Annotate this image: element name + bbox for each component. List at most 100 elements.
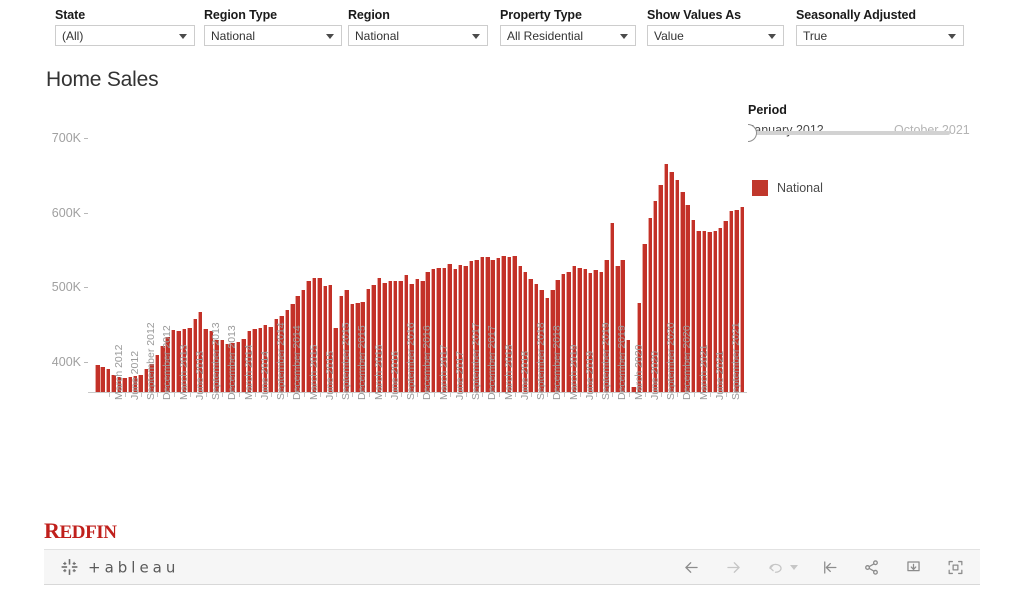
x-axis-tick-mark xyxy=(174,393,175,397)
x-axis-tick-label: December 2015 xyxy=(356,325,368,400)
x-axis-tick-label: March 2014 xyxy=(243,345,255,400)
chevron-down-icon xyxy=(620,34,628,39)
back-icon[interactable] xyxy=(680,556,702,578)
x-axis-tick-label: September 2016 xyxy=(405,322,417,400)
x-axis-tick-mark xyxy=(190,393,191,397)
download-icon[interactable] xyxy=(902,556,924,578)
x-axis-tick-mark xyxy=(222,393,223,397)
filter-label-region-type: Region Type xyxy=(204,8,342,22)
x-axis-tick-label: June 2019 xyxy=(584,351,596,400)
revert-icon xyxy=(764,556,786,578)
filter-state: State (All) xyxy=(55,8,195,46)
bar[interactable] xyxy=(95,365,100,392)
filter-show-values-as: Show Values As Value xyxy=(647,8,784,46)
period-label: Period xyxy=(748,103,1018,117)
filter-select-seasonally-adjusted[interactable]: True xyxy=(796,25,964,46)
x-axis-tick-label: March 2016 xyxy=(373,345,385,400)
revert-group xyxy=(764,556,798,578)
chevron-down-icon[interactable] xyxy=(790,565,798,570)
x-axis-tick-label: December 2018 xyxy=(551,325,563,400)
x-axis-tick-mark xyxy=(694,393,695,397)
x-axis-tick-mark xyxy=(677,393,678,397)
filter-select-region[interactable]: National xyxy=(348,25,488,46)
x-axis-tick-mark xyxy=(612,393,613,397)
legend-swatch-national[interactable] xyxy=(752,180,768,196)
x-axis-tick-mark xyxy=(596,393,597,397)
x-axis-tick-mark xyxy=(547,393,548,397)
filter-label-state: State xyxy=(55,8,195,22)
filter-value-property-type: All Residential xyxy=(507,29,583,43)
x-axis-tick-label: June 2016 xyxy=(389,351,401,400)
chevron-down-icon xyxy=(472,34,480,39)
chevron-down-icon xyxy=(768,34,776,39)
filter-select-property-type[interactable]: All Residential xyxy=(500,25,636,46)
filter-bar: State(All)Region TypeNationalRegionNatio… xyxy=(0,0,1024,58)
x-axis-tick-mark xyxy=(482,393,483,397)
y-axis-tick-label: 500K xyxy=(52,280,81,294)
x-axis-tick-label: December 2017 xyxy=(486,325,498,400)
x-axis-tick-mark xyxy=(726,393,727,397)
reset-icon[interactable] xyxy=(818,556,840,578)
share-icon[interactable] xyxy=(860,556,882,578)
x-axis-tick-label: December 2019 xyxy=(616,325,628,400)
x-axis-tick-mark xyxy=(206,393,207,397)
x-axis-tick-mark xyxy=(401,393,402,397)
x-axis-tick-mark xyxy=(531,393,532,397)
x-axis-tick-label: June 2017 xyxy=(454,351,466,400)
filter-select-region-type[interactable]: National xyxy=(204,25,342,46)
x-axis-tick-mark xyxy=(109,393,110,397)
filter-value-region-type: National xyxy=(211,29,255,43)
x-axis-tick-label: December 2012 xyxy=(161,325,173,400)
filter-property-type: Property TypeAll Residential xyxy=(500,8,636,46)
x-axis-tick-label: September 2013 xyxy=(210,322,222,400)
x-axis-tick-mark xyxy=(417,393,418,397)
bar[interactable] xyxy=(100,367,105,392)
chart-panel: Home Sales 400K500K600K700KMarch 2012Jun… xyxy=(0,58,1024,503)
redfin-logo: Redfin xyxy=(44,510,117,546)
x-axis-tick-mark xyxy=(499,393,500,397)
legend-label-national: National xyxy=(777,181,823,195)
forward-icon xyxy=(722,556,744,578)
period-slider-track[interactable] xyxy=(750,131,950,135)
tableau-mark-icon xyxy=(60,558,79,577)
fullscreen-icon[interactable] xyxy=(944,556,966,578)
x-axis-tick-mark xyxy=(466,393,467,397)
x-axis-tick-mark xyxy=(450,393,451,397)
x-axis-tick-label: March 2019 xyxy=(568,345,580,400)
x-axis-tick-label: June 2020 xyxy=(649,351,661,400)
x-axis-tick-label: March 2013 xyxy=(178,345,190,400)
chevron-down-icon xyxy=(179,34,187,39)
filter-select-state[interactable]: (All) xyxy=(55,25,195,46)
x-axis-tick-label: September 2019 xyxy=(600,322,612,400)
x-axis-tick-label: December 2020 xyxy=(681,325,693,400)
x-axis-tick-mark xyxy=(336,393,337,397)
toolbar-icon-group xyxy=(680,556,966,578)
x-axis-tick-mark xyxy=(352,393,353,397)
filter-label-show-values-as: Show Values As xyxy=(647,8,784,22)
x-axis-tick-mark xyxy=(287,393,288,397)
x-axis-tick-mark xyxy=(304,393,305,397)
bar[interactable] xyxy=(106,369,111,392)
chart-legend: National xyxy=(752,180,823,196)
y-axis-tick-label: 600K xyxy=(52,206,81,220)
x-axis-tick-label: September 2018 xyxy=(535,322,547,400)
chevron-down-icon xyxy=(948,34,956,39)
x-axis-tick-mark xyxy=(645,393,646,397)
x-axis-tick-label: September 2012 xyxy=(145,322,157,400)
filter-value-show-values-as: Value xyxy=(654,29,684,43)
x-axis-tick-mark xyxy=(141,393,142,397)
x-axis-tick-label: September 2020 xyxy=(665,322,677,400)
x-axis-tick-mark xyxy=(369,393,370,397)
filter-select-show-values-as[interactable]: Value xyxy=(647,25,784,46)
x-axis-tick-label: June 2015 xyxy=(324,351,336,400)
x-axis-tick-label: March 2020 xyxy=(633,345,645,400)
tableau-logo[interactable]: +ableau xyxy=(60,558,179,577)
y-axis-tick-mark xyxy=(84,287,88,288)
x-axis-tick-label: December 2016 xyxy=(421,325,433,400)
filter-region: RegionNational xyxy=(348,8,488,46)
y-axis-tick-label: 700K xyxy=(52,131,81,145)
x-axis-tick-label: March 2017 xyxy=(438,345,450,400)
tableau-wordmark: +ableau xyxy=(88,558,179,576)
x-axis-tick-label: September 2014 xyxy=(275,322,287,400)
x-axis-tick-mark xyxy=(515,393,516,397)
